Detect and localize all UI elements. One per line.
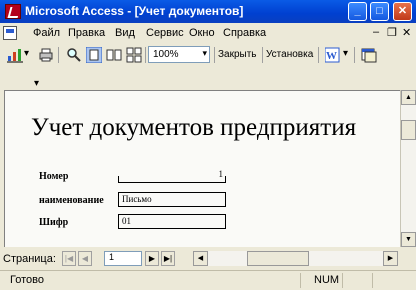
- page-label: Страница:: [3, 253, 56, 265]
- multiple-pages-icon[interactable]: [126, 47, 142, 63]
- zoom-select[interactable]: 100%: [148, 46, 210, 63]
- menu-bar: Файл Правка Вид Сервис Окно Справка – ❐ …: [0, 23, 416, 43]
- status-divider: [372, 273, 373, 288]
- status-bar: Готово NUM: [0, 270, 416, 290]
- status-divider: [300, 273, 301, 288]
- horizontal-scrollbar[interactable]: ◀ ▶: [193, 251, 398, 266]
- view-dropdown-arrow-icon[interactable]: ▾: [24, 48, 29, 59]
- menu-edit[interactable]: Правка: [68, 27, 105, 39]
- page-setup-button[interactable]: Установка: [266, 49, 313, 60]
- office-links-word-icon[interactable]: W: [325, 47, 341, 63]
- zoom-magnifier-icon[interactable]: [66, 47, 82, 63]
- report-preview-page: Учет документов предприятия Номер 1 наим…: [4, 90, 400, 247]
- field-label-name: наименование: [39, 195, 104, 206]
- page-number-input[interactable]: 1: [104, 251, 142, 266]
- toolbar-overflow-icon[interactable]: ▾: [34, 78, 39, 89]
- access-window: Microsoft Access - [Учет документов] _ □…: [0, 0, 416, 290]
- menu-help[interactable]: Справка: [223, 27, 266, 39]
- minimize-button[interactable]: _: [348, 2, 367, 21]
- vertical-scroll-thumb[interactable]: [401, 120, 416, 140]
- two-pages-icon[interactable]: [106, 47, 122, 63]
- one-page-icon[interactable]: [86, 47, 102, 63]
- close-button[interactable]: ✕: [393, 2, 412, 21]
- field-value-number: 1: [118, 168, 226, 183]
- svg-text:W: W: [326, 50, 337, 62]
- scroll-right-arrow-icon[interactable]: ▶: [383, 251, 398, 266]
- last-page-icon[interactable]: ▶|: [161, 251, 175, 266]
- print-icon[interactable]: [38, 47, 54, 63]
- first-page-icon[interactable]: |◀: [62, 251, 76, 266]
- report-title: Учет документов предприятия: [31, 114, 357, 141]
- design-view-icon[interactable]: [7, 47, 23, 63]
- access-app-icon[interactable]: [5, 4, 21, 19]
- scroll-down-arrow-icon[interactable]: ▼: [401, 232, 416, 247]
- menu-tools[interactable]: Сервис: [146, 27, 184, 39]
- page-navigation-bar: Страница: |◀ ◀ 1 ▶ ▶| ◀ ▶: [0, 248, 416, 269]
- menu-window[interactable]: Окно: [189, 27, 215, 39]
- scroll-left-arrow-icon[interactable]: ◀: [193, 251, 208, 266]
- previous-page-icon[interactable]: ◀: [78, 251, 92, 266]
- database-window-icon[interactable]: [361, 47, 377, 63]
- menu-view[interactable]: Вид: [115, 27, 135, 39]
- toolbar-separator: [145, 47, 146, 63]
- num-lock-indicator: NUM: [314, 274, 340, 286]
- field-value-code: 01: [118, 214, 226, 229]
- menu-file[interactable]: Файл: [33, 27, 60, 39]
- office-links-dropdown-arrow-icon[interactable]: ▾: [343, 48, 348, 59]
- horizontal-scroll-thumb[interactable]: [247, 251, 309, 266]
- vertical-scrollbar[interactable]: ▲ ▼: [400, 90, 416, 247]
- status-text: Готово: [10, 274, 44, 286]
- mdi-close-icon[interactable]: ✕: [402, 26, 411, 39]
- status-divider: [342, 273, 343, 288]
- print-preview-toolbar: ▾ 100% Закрыть Установка W ▾: [0, 43, 416, 67]
- field-value-name: Письмо: [118, 192, 226, 207]
- field-label-code: Шифр: [39, 217, 69, 228]
- close-preview-button[interactable]: Закрыть: [218, 49, 257, 60]
- field-label-number: Номер: [39, 171, 69, 182]
- maximize-button[interactable]: □: [370, 2, 389, 21]
- toolbar-separator: [214, 47, 215, 63]
- title-bar[interactable]: Microsoft Access - [Учет документов] _ □…: [0, 0, 416, 23]
- window-title: Microsoft Access - [Учет документов]: [25, 4, 244, 18]
- mdi-minimize-icon[interactable]: –: [373, 26, 379, 38]
- scroll-up-arrow-icon[interactable]: ▲: [401, 90, 416, 105]
- toolbar-separator: [58, 47, 59, 63]
- toolbar-separator: [354, 47, 355, 63]
- toolbar-separator: [262, 47, 263, 63]
- mdi-restore-icon[interactable]: ❐: [387, 26, 397, 39]
- next-page-icon[interactable]: ▶: [145, 251, 159, 266]
- document-window-icon[interactable]: [3, 26, 17, 40]
- toolbar-separator: [318, 47, 319, 63]
